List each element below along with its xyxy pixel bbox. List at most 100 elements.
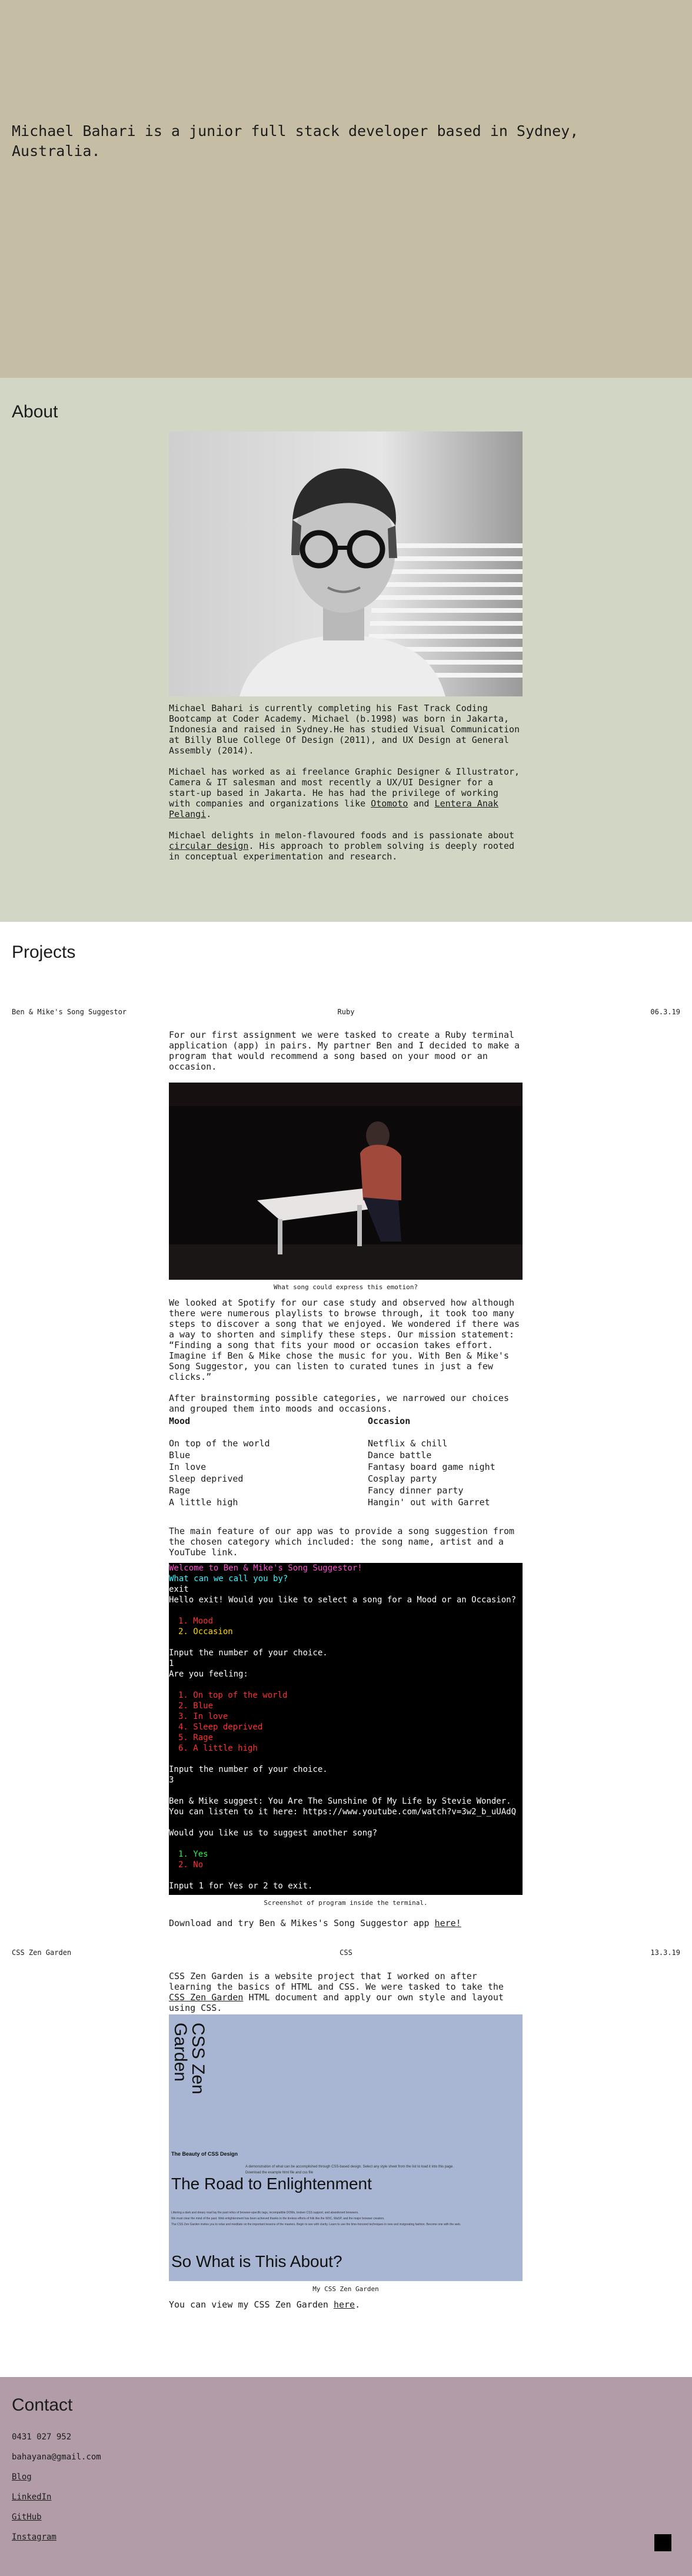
zen-beauty-heading: The Beauty of CSS Design [171, 2151, 238, 2157]
mood-heading: Mood [169, 1416, 191, 1426]
terminal-input-three: 3 [169, 1775, 174, 1785]
occasion-item: Hangin' out with Garret [368, 1497, 490, 1508]
zen-vertical-title: CSS Zen Garden [171, 2023, 208, 2094]
terminal-again: Would you like us to suggest another son… [169, 1828, 378, 1838]
mood-column: Mood On top of the world Blue In love Sl… [169, 1415, 325, 1508]
download-text: Download and try Ben & Mikes's Song Sugg… [169, 1918, 430, 1928]
concert-illustration [169, 1083, 523, 1280]
project-2-date: 13.3.19 [650, 1948, 680, 1957]
occasion-heading: Occasion [368, 1416, 411, 1426]
terminal-mood-option: 2. Blue [178, 1701, 214, 1711]
hero-section: Michael Bahari is a junior full stack de… [0, 0, 692, 378]
terminal-caption: Screenshot of program inside the termina… [264, 1899, 428, 1907]
hero-intro-text: Michael Bahari is a junior full stack de… [12, 122, 579, 160]
contact-section: Contact 0431 027 952 bahayana@gmail.com … [0, 2377, 692, 2576]
occasion-column: Occasion Netflix & chill Dance battle Fa… [368, 1415, 524, 1508]
download-link[interactable]: here! [435, 1918, 461, 1928]
project-1-download: Download and try Ben & Mikes's Song Sugg… [169, 1918, 524, 1928]
zen-garden-screenshot: CSS Zen Garden The Beauty of CSS Design … [169, 2014, 523, 2281]
phone-number: 0431 027 952 [12, 2432, 72, 2442]
terminal-mood-option: 1. On top of the world [178, 1691, 288, 1700]
terminal-option-mood: 1. Mood [178, 1616, 214, 1626]
projects-title: Projects [12, 942, 76, 962]
mood-item: Blue [169, 1450, 191, 1460]
terminal-exit: exit [169, 1585, 189, 1594]
terminal-prompt-name: What can we call you by? [169, 1574, 288, 1584]
zen-caption: My CSS Zen Garden [312, 2285, 379, 2293]
zen-small-line-1: A demonstration of what can be accomplis… [245, 2165, 454, 2169]
terminal-screenshot: Welcome to Ben & Mike's Song Suggestor! … [169, 1563, 523, 1895]
about-paragraph-1: Michael Bahari is currently completing h… [169, 703, 520, 756]
project-2-tech: CSS [340, 1948, 352, 1957]
project-2-view: You can view my CSS Zen Garden here. [169, 2299, 361, 2310]
terminal-yes: 1. Yes [178, 1850, 208, 1859]
contact-title: Contact [12, 2395, 73, 2415]
portrait-illustration [169, 431, 523, 696]
about-copy: Michael Bahari is currently completing h… [169, 703, 524, 872]
view-text: You can view my CSS Zen Garden [169, 2299, 328, 2310]
project-1-paragraph-4: The main feature of our app was to provi… [169, 1526, 514, 1558]
project-1-paragraph-3: After brainstorming possible categories,… [169, 1393, 509, 1414]
terminal-input-choice: Input the number of your choice. [169, 1648, 328, 1658]
terminal-hello: Hello exit! Would you like to select a s… [169, 1595, 517, 1605]
mood-item: In love [169, 1462, 207, 1472]
terminal-mood-option: 4. Sleep deprived [178, 1722, 263, 1732]
project-1-date: 06.3.19 [650, 1008, 680, 1016]
blog-link[interactable]: Blog [12, 2467, 101, 2487]
project-2-intro-a: CSS Zen Garden is a website project that… [169, 1971, 504, 1992]
terminal-mood-option: 3. In love [178, 1712, 228, 1721]
css-zen-garden-link[interactable]: CSS Zen Garden [169, 1992, 243, 2003]
email-address: bahayana@gmail.com [12, 2452, 101, 2462]
project-1-feature: The main feature of our app was to provi… [169, 1526, 524, 1568]
project-1-meta: Ben & Mike's Song Suggestor Ruby 06.3.19 [12, 1008, 680, 1020]
otomoto-link[interactable]: Otomoto [371, 798, 408, 809]
mood-item: Rage [169, 1485, 191, 1496]
terminal-are-you: Are you feeling: [169, 1669, 248, 1679]
zen-road-line-3: The CSS Zen Garden invites you to relax … [171, 2223, 461, 2226]
concert-photo [169, 1083, 523, 1280]
about-paragraph-3: Michael delights in melon-flavoured food… [169, 830, 524, 862]
back-to-top-square[interactable] [654, 2534, 671, 2551]
terminal-welcome: Welcome to Ben & Mike's Song Suggestor! [169, 1563, 362, 1573]
about-paragraph-2: Michael has worked as ai freelance Graph… [169, 766, 520, 819]
about-section: About Michael Bahari is currently comple… [0, 378, 692, 922]
terminal-input-one: 1 [169, 1659, 174, 1668]
mood-item: On top of the world [169, 1438, 270, 1449]
about-title: About [12, 402, 58, 421]
about-and-text: and [413, 798, 430, 809]
instagram-link[interactable]: Instagram [12, 2527, 101, 2547]
occasion-item: Dance battle [368, 1450, 432, 1460]
occasion-item: Cosplay party [368, 1473, 437, 1484]
occasion-item: Fancy dinner party [368, 1485, 464, 1496]
terminal-youtube-link: You can listen to it here: https://www.y… [169, 1807, 517, 1817]
zen-road-heading: The Road to Enlightenment [171, 2175, 372, 2193]
mood-occasion-table: Mood On top of the world Blue In love Sl… [169, 1415, 524, 1508]
project-1-body: We looked at Spotify for our case study … [169, 1297, 524, 1425]
project-1-tech: Ruby [337, 1008, 355, 1016]
project-1-intro: For our first assignment we were tasked … [169, 1030, 524, 1083]
zen-road-line-2: We must clear the mind of the past. Web … [171, 2217, 385, 2220]
terminal-suggestion: Ben & Mike suggest: You Are The Sunshine… [169, 1797, 511, 1806]
project-1-paragraph-2: We looked at Spotify for our case study … [169, 1297, 520, 1382]
zen-what-heading: So What is This About? [171, 2252, 342, 2270]
projects-section: Projects Ben & Mike's Song Suggestor Rub… [0, 922, 692, 2377]
project-2-meta: CSS Zen Garden CSS 13.3.19 [12, 1948, 680, 1960]
mood-item: Sleep deprived [169, 1473, 244, 1484]
terminal-no: 2. No [178, 1860, 204, 1870]
project-1-intro-text: For our first assignment we were tasked … [169, 1030, 520, 1072]
terminal-option-occasion: 2. Occasion [178, 1627, 233, 1636]
occasion-item: Fantasy board game night [368, 1462, 495, 1472]
zen-road-line-1: Littering a dark and dreary road lay the… [171, 2211, 359, 2215]
about-paragraph-3-text: Michael delights in melon-flavoured food… [169, 830, 514, 841]
circular-design-link[interactable]: circular design [169, 841, 248, 851]
concert-caption: What song could express this emotion? [273, 1283, 418, 1291]
linkedin-link[interactable]: LinkedIn [12, 2487, 101, 2507]
terminal-mood-option: 6. A little high [178, 1744, 258, 1753]
project-2-intro: CSS Zen Garden is a website project that… [169, 1971, 524, 2013]
mood-item: A little high [169, 1497, 238, 1508]
zen-view-link[interactable]: here [334, 2299, 355, 2310]
terminal-input-yes: Input 1 for Yes or 2 to exit. [169, 1881, 313, 1891]
terminal-mood-option: 5. Rage [178, 1733, 214, 1742]
terminal-input-choice-2: Input the number of your choice. [169, 1765, 328, 1774]
github-link[interactable]: GitHub [12, 2507, 101, 2527]
